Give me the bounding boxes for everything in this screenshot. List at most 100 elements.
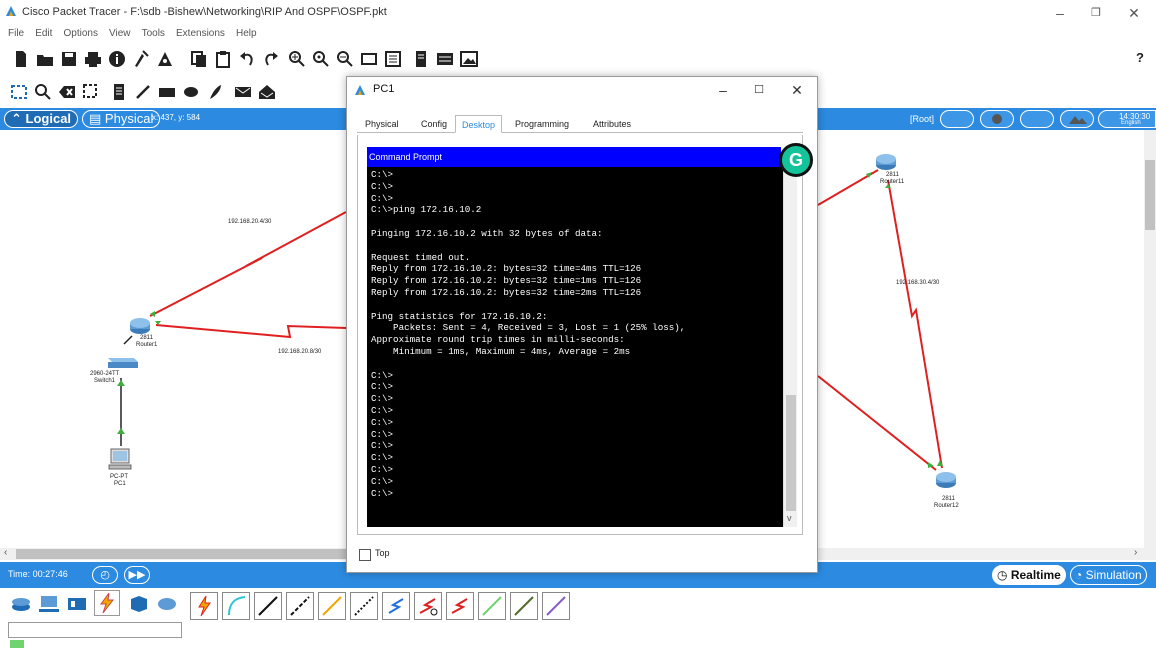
scroll-down-icon[interactable]: v — [787, 513, 792, 523]
top-checkbox[interactable] — [359, 549, 371, 561]
print-icon[interactable] — [84, 50, 102, 68]
cable-usb[interactable] — [542, 592, 570, 620]
add-complex-pdu-icon[interactable] — [258, 83, 276, 101]
root-breadcrumb[interactable]: [Root] — [910, 114, 934, 124]
menu-options[interactable]: Options — [63, 28, 97, 39]
scrollbar-thumb[interactable] — [1145, 160, 1155, 230]
dialog-title-bar[interactable]: PC1 – ☐ ✕ — [347, 77, 817, 103]
cable-serial-dte[interactable] — [446, 592, 474, 620]
custom-devices-icon[interactable] — [384, 50, 402, 68]
undo-icon[interactable] — [238, 50, 256, 68]
cable-iot[interactable] — [510, 592, 538, 620]
draw-rectangle-icon[interactable] — [158, 83, 176, 101]
dialog-maximize-button[interactable]: ☐ — [745, 79, 773, 101]
resize-shape-icon[interactable] — [82, 83, 100, 101]
maximize-button[interactable]: ❐ — [1082, 2, 1110, 24]
grammarly-badge[interactable]: G — [779, 143, 813, 177]
switch1-device[interactable]: 2960-24TT Switch1 — [90, 354, 144, 390]
pdu-list-icon[interactable] — [436, 50, 454, 68]
document-icon[interactable] — [412, 50, 430, 68]
dialog-close-button[interactable]: ✕ — [783, 79, 811, 101]
draw-ellipse-icon[interactable] — [182, 83, 200, 101]
freeform-draw-icon[interactable] — [206, 83, 224, 101]
device-search-input[interactable] — [8, 622, 182, 638]
add-simple-pdu-icon[interactable] — [234, 83, 252, 101]
terminal-scrollbar[interactable]: ^ v — [783, 167, 797, 527]
place-note-icon[interactable] — [110, 83, 128, 101]
redo-icon[interactable] — [262, 50, 280, 68]
save-icon[interactable] — [60, 50, 78, 68]
fast-forward-button[interactable]: ▶▶ — [124, 566, 150, 584]
minimize-button[interactable]: – — [1046, 2, 1074, 24]
new-cluster-button[interactable] — [940, 110, 974, 128]
logical-view-button[interactable]: ⌃ Logical — [4, 110, 79, 128]
tab-physical[interactable]: Physical — [359, 115, 405, 133]
scroll-right-icon[interactable]: › — [1134, 547, 1137, 558]
menu-edit[interactable]: Edit — [35, 28, 52, 39]
viewport-button[interactable] — [1060, 110, 1094, 128]
zoom-out-icon[interactable] — [336, 50, 354, 68]
scroll-left-icon[interactable]: ‹ — [4, 547, 7, 558]
cable-serial-dce[interactable] — [414, 592, 442, 620]
cable-fiber[interactable] — [318, 592, 346, 620]
command-prompt-terminal[interactable]: C:\> C:\> C:\> C:\>ping 172.16.10.2 Ping… — [367, 167, 783, 527]
tab-config[interactable]: Config — [415, 115, 453, 133]
multiuser-category-icon[interactable] — [156, 593, 178, 615]
misc-category-icon[interactable] — [128, 593, 150, 615]
set-tiled-background-button[interactable] — [1020, 110, 1054, 128]
tab-programming[interactable]: Programming — [509, 115, 575, 133]
delete-icon[interactable] — [58, 83, 76, 101]
end-devices-category-icon[interactable] — [38, 593, 60, 615]
image-icon[interactable] — [460, 50, 478, 68]
router11-device[interactable]: 2811 Router11 — [872, 152, 912, 192]
cable-copper-straight[interactable] — [254, 592, 282, 620]
cable-console[interactable] — [222, 592, 250, 620]
drawing-palette-icon[interactable] — [360, 50, 378, 68]
link-router1-right[interactable] — [155, 324, 347, 339]
open-folder-icon[interactable] — [36, 50, 54, 68]
dialog-minimize-button[interactable]: – — [709, 79, 737, 101]
move-object-button[interactable] — [980, 110, 1014, 128]
menu-extensions[interactable]: Extensions — [176, 28, 225, 39]
select-icon[interactable] — [10, 83, 28, 101]
simulation-mode-button[interactable]: ◔ Simulation — [1070, 565, 1147, 585]
scrollbar-thumb[interactable] — [16, 549, 346, 559]
link-router12-left[interactable] — [817, 375, 937, 471]
copy-icon[interactable] — [190, 50, 208, 68]
network-devices-category-icon[interactable] — [10, 593, 32, 615]
menu-tools[interactable]: Tools — [142, 28, 165, 39]
power-cycle-button[interactable]: ◴ — [92, 566, 118, 584]
tab-attributes[interactable]: Attributes — [587, 115, 637, 133]
menu-view[interactable]: View — [109, 28, 131, 39]
cable-coaxial[interactable] — [382, 592, 410, 620]
router12-device[interactable]: 2811 Router12 — [930, 470, 970, 510]
link-router11-router12[interactable] — [887, 179, 943, 469]
command-prompt-header[interactable]: Command Prompt — [367, 147, 781, 167]
close-button[interactable]: ✕ — [1120, 2, 1148, 24]
inspect-icon[interactable] — [34, 83, 52, 101]
help-button[interactable]: ? — [1136, 50, 1144, 65]
zoom-reset-icon[interactable] — [312, 50, 330, 68]
zoom-in-icon[interactable] — [288, 50, 306, 68]
router1-device[interactable]: 2811 Router1 — [126, 316, 162, 350]
info-icon[interactable] — [108, 50, 126, 68]
activity-wizard-icon[interactable] — [132, 50, 150, 68]
cable-octal[interactable] — [478, 592, 506, 620]
realtime-mode-button[interactable]: ◷ Realtime — [992, 565, 1066, 585]
menu-help[interactable]: Help — [236, 28, 257, 39]
canvas-vertical-scrollbar[interactable] — [1144, 130, 1156, 560]
connections-category-button[interactable] — [94, 590, 120, 616]
cable-phone[interactable] — [350, 592, 378, 620]
pc1-device[interactable]: PC-PT PC1 — [108, 448, 140, 492]
scrollbar-thumb[interactable] — [786, 395, 796, 511]
paste-icon[interactable] — [214, 50, 232, 68]
draw-line-icon[interactable] — [134, 83, 152, 101]
components-category-icon[interactable] — [66, 593, 88, 615]
cable-automatic[interactable] — [190, 592, 218, 620]
menu-file[interactable]: File — [8, 28, 24, 39]
cable-copper-cross[interactable] — [286, 592, 314, 620]
physical-view-button[interactable]: ▤ Physical — [82, 110, 161, 128]
new-file-icon[interactable] — [12, 50, 30, 68]
link-router1-upper[interactable] — [149, 211, 347, 317]
tab-desktop[interactable]: Desktop — [455, 115, 503, 133]
